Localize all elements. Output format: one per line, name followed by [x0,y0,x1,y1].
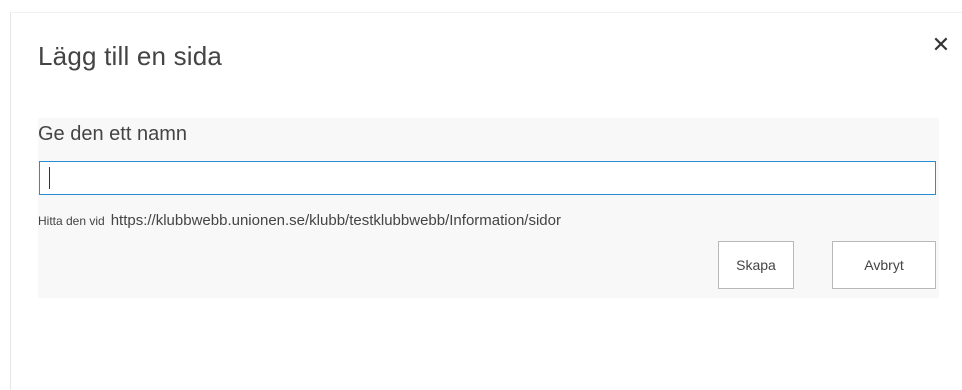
cancel-button[interactable]: Avbryt [832,241,936,289]
text-cursor [49,167,50,189]
close-icon[interactable]: ✕ [929,33,953,57]
page-name-label: Ge den ett namn [38,123,187,145]
page-name-input[interactable] [39,161,936,195]
create-button[interactable]: Skapa [718,241,794,289]
add-page-dialog: Lägg till en sida ✕ Ge den ett namn Hitt… [10,12,962,390]
page-url-row: Hitta den vid https://klubbwebb.unionen.s… [38,212,561,230]
form-panel: Ge den ett namn Hitta den vid https://klu… [38,118,939,298]
dialog-title: Lägg till en sida [38,41,223,71]
url-prefix-label: Hitta den vid [38,214,105,228]
page-url-value: https://klubbwebb.unionen.se/klubb/testk… [110,212,561,229]
